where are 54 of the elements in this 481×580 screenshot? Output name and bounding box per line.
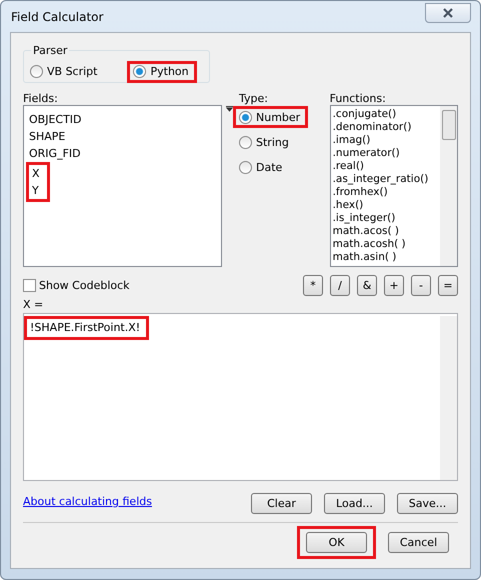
radio-label: String <box>256 136 289 148</box>
function-item[interactable]: .is_integer() <box>332 212 440 225</box>
field-item[interactable]: OBJECTID <box>29 111 221 128</box>
functions-list[interactable]: .conjugate() .denominator() .imag() .numerator() .real() .as_integer_ratio() .fromhex() .hex() .is_integer() math.acos( ) math.acosh( ) math.asin( ) <box>330 105 458 267</box>
scrollbar[interactable] <box>440 106 457 266</box>
radio-option[interactable]: Date <box>233 156 290 178</box>
dialog-button[interactable]: OK <box>306 532 367 553</box>
dialog-button[interactable]: Cancel <box>388 532 449 553</box>
file-button[interactable]: Clear <box>251 493 312 514</box>
function-item[interactable]: .hex() <box>332 199 440 212</box>
group-label: Parser <box>31 44 70 57</box>
function-item[interactable]: .real() <box>332 160 440 173</box>
function-item[interactable]: .as_integer_ratio() <box>332 173 440 186</box>
operator-button[interactable]: = <box>438 275 458 296</box>
field-item[interactable]: ORIG_FID <box>29 145 221 162</box>
field-item[interactable]: Y <box>32 182 47 199</box>
operator-button[interactable]: - <box>411 275 431 296</box>
scrollbar[interactable] <box>440 316 457 480</box>
operator-button[interactable]: / <box>330 275 350 296</box>
function-item[interactable]: .denominator() <box>332 121 440 134</box>
field-item[interactable]: X <box>32 165 47 182</box>
type-label: Type: <box>239 92 269 106</box>
operator-button[interactable]: + <box>384 275 404 296</box>
radio-option[interactable]: VB Script <box>24 60 106 82</box>
window-title: Field Calculator <box>11 10 104 24</box>
function-item[interactable]: .numerator() <box>332 147 440 160</box>
sort-icon <box>226 106 233 112</box>
radio-label: Python <box>150 65 189 78</box>
function-item[interactable]: math.acosh( ) <box>332 238 440 251</box>
function-item[interactable]: math.acos( ) <box>332 225 440 238</box>
function-item[interactable]: .imag() <box>332 134 440 147</box>
function-item[interactable]: .conjugate() <box>332 108 440 121</box>
radio-option[interactable]: Number <box>233 106 308 128</box>
functions-label: Functions: <box>330 92 387 106</box>
expression-text: !SHAPE.FirstPoint.X! <box>24 316 150 340</box>
file-button[interactable]: Save... <box>397 493 458 514</box>
radio-label: Number <box>256 110 300 124</box>
radio-label: Date <box>256 160 282 174</box>
fields-list[interactable]: OBJECTID SHAPE ORIG_FID X Y <box>23 105 222 267</box>
close-icon <box>442 8 454 18</box>
radio-label: VB Script <box>47 65 98 78</box>
close-button[interactable] <box>425 3 471 23</box>
operator-button[interactable]: & <box>357 275 377 296</box>
field-item[interactable]: SHAPE <box>29 128 221 145</box>
fields-label: Fields: <box>23 92 59 106</box>
function-item[interactable]: math.asin( ) <box>332 251 440 264</box>
radio-option[interactable]: String <box>233 131 297 153</box>
expression-label: X = <box>23 298 44 311</box>
expression-field[interactable]: !SHAPE.FirstPoint.X! <box>23 313 458 481</box>
function-item[interactable]: .fromhex() <box>332 186 440 199</box>
help-link[interactable]: About calculating fields <box>23 495 152 508</box>
operator-button[interactable]: * <box>303 275 323 296</box>
radio-option[interactable]: Python <box>127 60 197 82</box>
file-button[interactable]: Load... <box>324 493 385 514</box>
